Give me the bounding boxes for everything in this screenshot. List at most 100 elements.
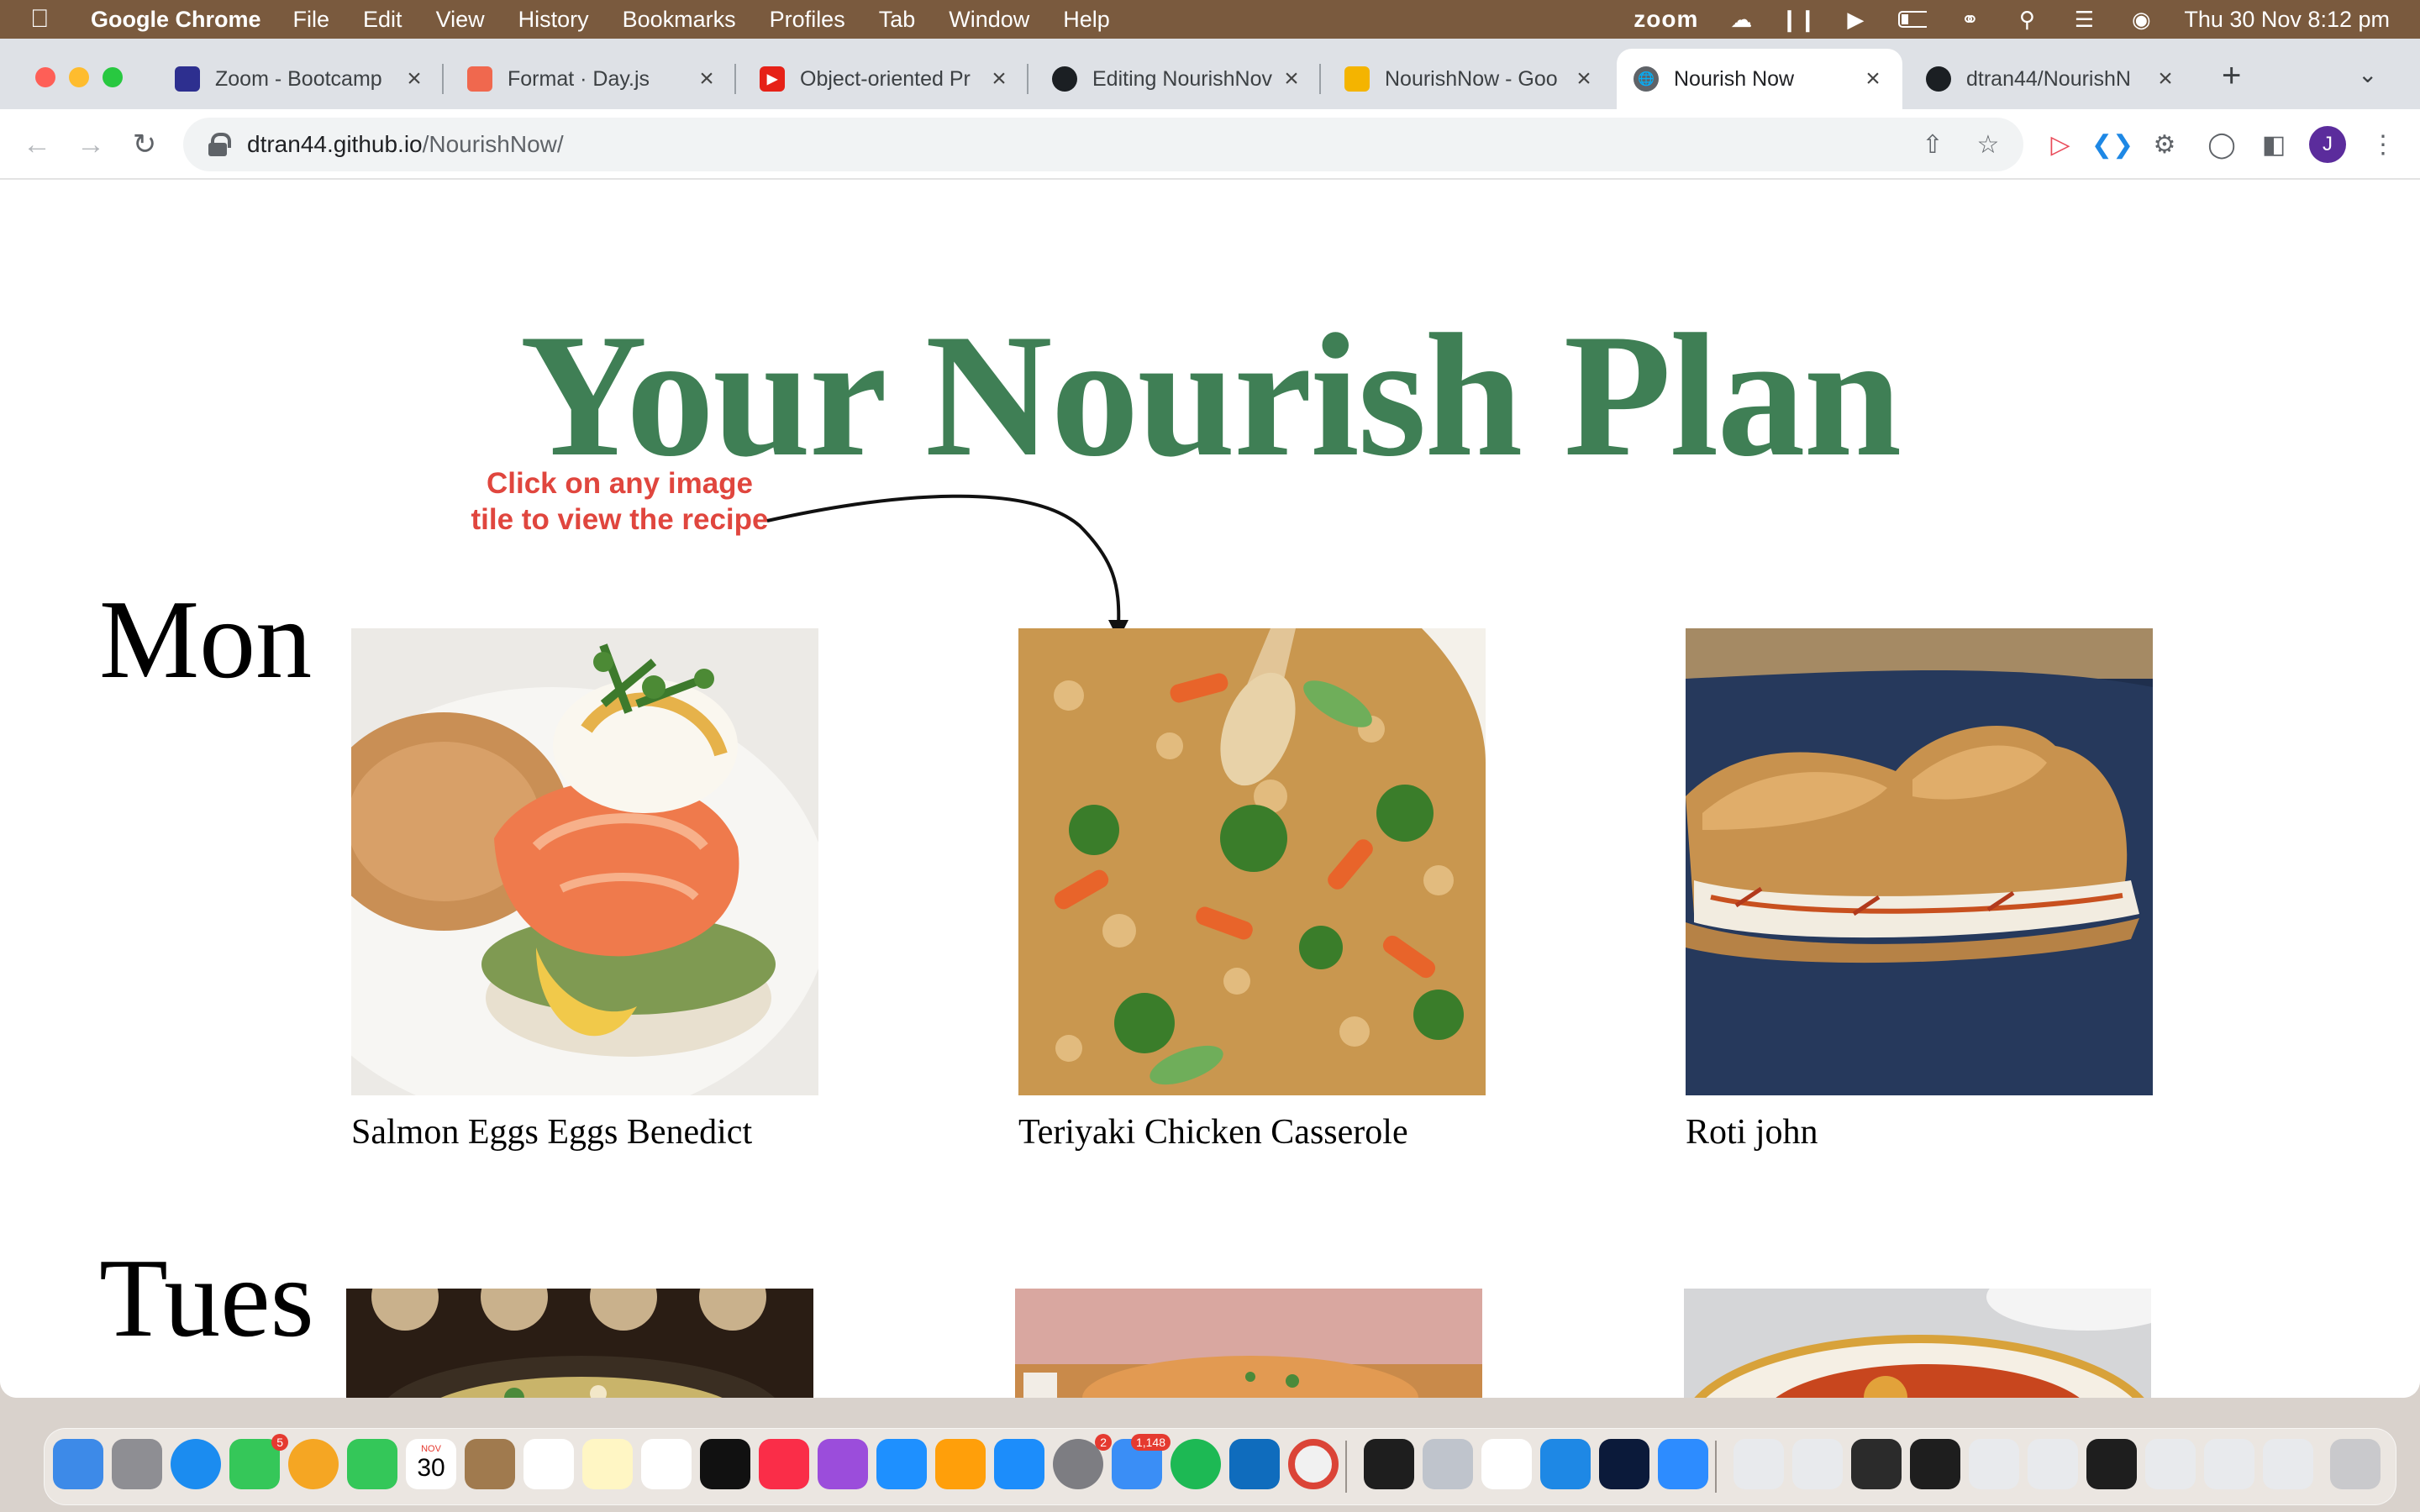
- fullscreen-window-button[interactable]: [103, 67, 123, 87]
- podcasts-icon[interactable]: [818, 1439, 868, 1489]
- profile-avatar[interactable]: J: [2309, 126, 2346, 163]
- meal-image-tues-2[interactable]: [1015, 1289, 1482, 1398]
- siri-icon[interactable]: ◉: [2127, 7, 2155, 32]
- lock-icon[interactable]: [208, 133, 231, 156]
- tab-close-icon[interactable]: ×: [1860, 65, 1886, 93]
- address-bar[interactable]: dtran44.github.io/NourishNow/ ⇧ ☆: [183, 118, 2023, 171]
- meal-tile-teriyaki-casserole[interactable]: Teriyaki Chicken Casserole: [1018, 628, 1486, 1152]
- minimize-window-button[interactable]: [69, 67, 89, 87]
- tab-zoom-bootcamp[interactable]: Zoom - Bootcamp ×: [158, 49, 444, 109]
- screen-mirroring-icon[interactable]: ⚭: [1955, 7, 1984, 32]
- outlook-icon[interactable]: [1229, 1439, 1280, 1489]
- reload-icon[interactable]: ↻: [124, 124, 165, 165]
- extension-vscode-icon[interactable]: ❮❯: [2091, 124, 2133, 165]
- menu-profiles[interactable]: Profiles: [770, 7, 845, 33]
- facetime-icon[interactable]: [347, 1439, 397, 1489]
- meal-name[interactable]: Roti john: [1686, 1112, 2153, 1152]
- chrome-menu-icon[interactable]: ⋮: [2363, 124, 2403, 165]
- creative-cloud-icon[interactable]: ☁: [1727, 7, 1755, 32]
- tab-close-icon[interactable]: ×: [2153, 65, 2178, 93]
- photos-icon[interactable]: [288, 1439, 339, 1489]
- new-tab-plus-icon[interactable]: +: [2222, 57, 2241, 95]
- menu-tab[interactable]: Tab: [879, 7, 916, 33]
- meal-tile-tues-2[interactable]: [1015, 1289, 1482, 1398]
- meal-tile-roti-john[interactable]: Roti john: [1686, 628, 2153, 1152]
- mail-icon[interactable]: 1,148: [1112, 1434, 1171, 1489]
- forward-arrow-icon[interactable]: →: [71, 124, 111, 165]
- menu-view[interactable]: View: [436, 7, 485, 33]
- minimized-window-thumbnail[interactable]: [1969, 1439, 2019, 1489]
- finder-icon[interactable]: [53, 1439, 103, 1489]
- menu-bookmarks[interactable]: Bookmarks: [623, 7, 736, 33]
- meal-image-tues-3[interactable]: [1684, 1289, 2151, 1398]
- extensions-puzzle-icon[interactable]: ⚙: [2144, 124, 2185, 165]
- tab-google-slides[interactable]: NourishNow - Goo ×: [1328, 49, 1613, 109]
- menu-edit[interactable]: Edit: [363, 7, 402, 33]
- battery-icon[interactable]: [1898, 8, 1928, 30]
- share-icon[interactable]: ⇧: [1912, 124, 1953, 165]
- minimized-window-thumbnail[interactable]: [1733, 1439, 1784, 1489]
- keynote-icon[interactable]: [876, 1439, 927, 1489]
- spotlight-search-icon[interactable]: ⚲: [2012, 7, 2041, 32]
- menu-history[interactable]: History: [518, 7, 589, 33]
- app-store-icon[interactable]: [994, 1439, 1044, 1489]
- notes-icon[interactable]: [582, 1439, 633, 1489]
- side-panel-icon[interactable]: ◧: [2254, 124, 2294, 165]
- safari-icon[interactable]: [171, 1439, 221, 1489]
- freeform-icon[interactable]: [641, 1439, 692, 1489]
- terminal-icon[interactable]: [1364, 1439, 1414, 1489]
- minimized-window-thumbnail[interactable]: [1910, 1439, 1960, 1489]
- menu-help[interactable]: Help: [1063, 7, 1110, 33]
- minimized-window-thumbnail[interactable]: [2145, 1439, 2196, 1489]
- meal-image-teriyaki-casserole[interactable]: [1018, 628, 1486, 1095]
- menu-clock[interactable]: Thu 30 Nov 8:12 pm: [2184, 7, 2390, 33]
- apple-tv-icon[interactable]: [700, 1439, 750, 1489]
- minimized-window-thumbnail[interactable]: [2028, 1439, 2078, 1489]
- zoom-status-item[interactable]: zoom: [1634, 6, 1698, 33]
- meal-name[interactable]: Teriyaki Chicken Casserole: [1018, 1112, 1486, 1152]
- reminders-icon[interactable]: [523, 1439, 574, 1489]
- minimized-window-thumbnail[interactable]: [1792, 1439, 1843, 1489]
- tab-search-chevron-icon[interactable]: ⌄: [2358, 60, 2377, 88]
- calendar-icon[interactable]: NOV 30: [406, 1439, 456, 1489]
- app-name-menu[interactable]: Google Chrome: [91, 7, 261, 33]
- meal-image-tues-1[interactable]: [346, 1289, 813, 1398]
- tab-nourish-now-active[interactable]: 🌐 Nourish Now ×: [1617, 49, 1902, 109]
- photoshop-icon[interactable]: [1599, 1439, 1649, 1489]
- apple-menu-icon[interactable]: : [30, 5, 64, 34]
- tab-youtube[interactable]: ▶ Object-oriented Pr ×: [743, 49, 1028, 109]
- control-center-icon[interactable]: ☰: [2070, 7, 2098, 32]
- meal-name[interactable]: Salmon Eggs Eggs Benedict: [351, 1112, 818, 1152]
- contacts-icon[interactable]: [465, 1439, 515, 1489]
- meal-tile-salmon-benedict[interactable]: Salmon Eggs Eggs Benedict: [351, 628, 818, 1152]
- airpods-icon[interactable]: ❙❙: [1781, 7, 1818, 32]
- play-icon[interactable]: ▶: [1841, 7, 1870, 32]
- tab-close-icon[interactable]: ×: [1279, 65, 1304, 93]
- system-settings-icon[interactable]: 2: [1053, 1434, 1112, 1489]
- chrome-icon[interactable]: [1288, 1439, 1339, 1489]
- spotify-icon[interactable]: [1171, 1439, 1221, 1489]
- meal-tile-tues-3[interactable]: [1684, 1289, 2151, 1398]
- meal-image-salmon-benedict[interactable]: [351, 628, 818, 1095]
- music-icon[interactable]: [759, 1439, 809, 1489]
- meal-tile-tues-1[interactable]: [346, 1289, 813, 1398]
- tab-close-icon[interactable]: ×: [694, 65, 719, 93]
- minimized-window-thumbnail[interactable]: [2086, 1439, 2137, 1489]
- tab-github-repo[interactable]: dtran44/NourishN ×: [1909, 49, 2195, 109]
- performance-icon[interactable]: ◯: [2202, 124, 2242, 165]
- pages-icon[interactable]: [935, 1439, 986, 1489]
- minimized-window-thumbnail[interactable]: [1851, 1439, 1902, 1489]
- slack-icon[interactable]: [1481, 1439, 1532, 1489]
- meal-image-roti-john[interactable]: [1686, 628, 2153, 1095]
- minimized-window-thumbnail[interactable]: [2263, 1439, 2313, 1489]
- menu-file[interactable]: File: [293, 7, 330, 33]
- bookmark-star-icon[interactable]: ☆: [1968, 124, 2008, 165]
- preview-icon[interactable]: [1423, 1439, 1473, 1489]
- vscode-icon[interactable]: [1540, 1439, 1591, 1489]
- messages-icon[interactable]: 5: [229, 1434, 288, 1489]
- back-arrow-icon[interactable]: ←: [17, 124, 57, 165]
- menu-window[interactable]: Window: [949, 7, 1029, 33]
- tab-close-icon[interactable]: ×: [402, 65, 427, 93]
- tab-dayjs-format[interactable]: Format · Day.js ×: [450, 49, 736, 109]
- close-window-button[interactable]: [35, 67, 55, 87]
